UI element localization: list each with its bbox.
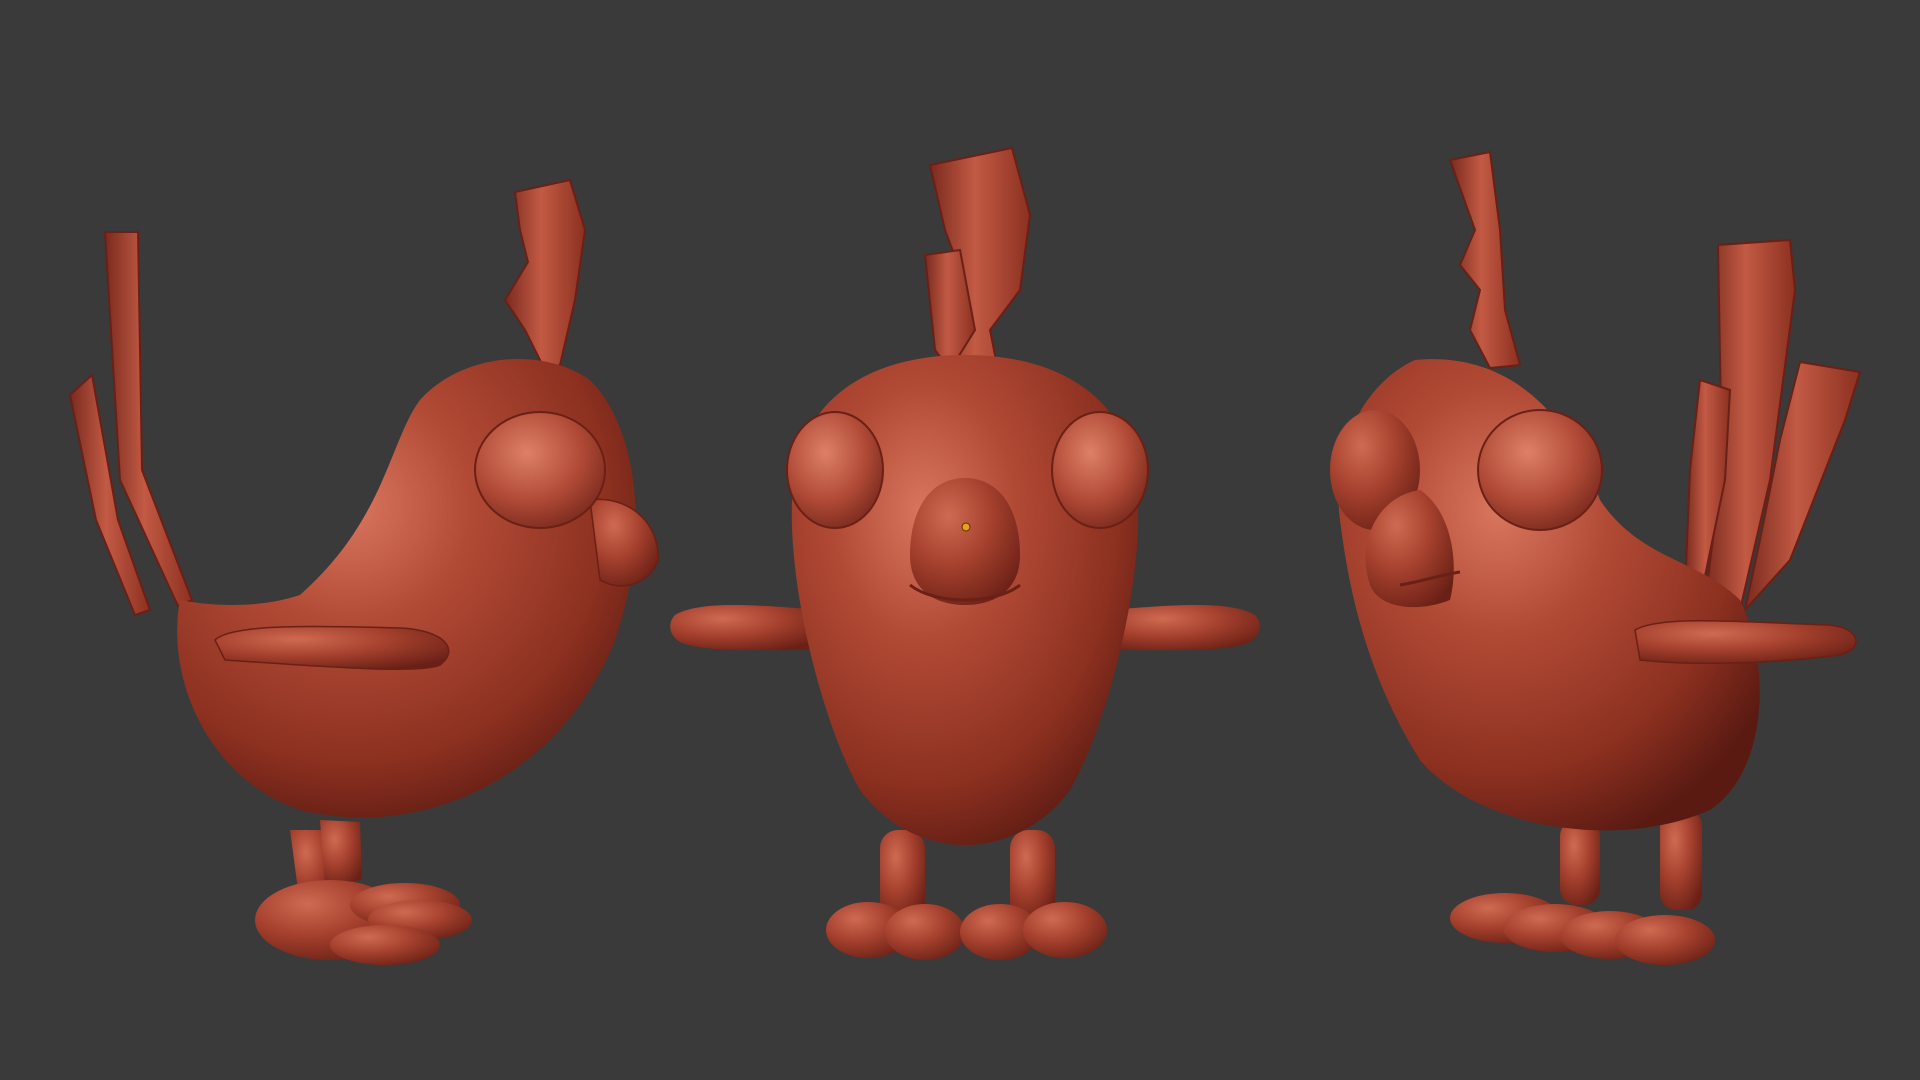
3d-viewport[interactable] <box>0 0 1920 1080</box>
tail-feathers <box>68 231 194 617</box>
sculpt-scene[interactable] <box>0 0 1920 1080</box>
beak <box>589 498 659 587</box>
eye <box>474 411 606 529</box>
beak <box>910 478 1020 605</box>
wing <box>1634 619 1857 665</box>
legs <box>826 830 1107 960</box>
bird-front-view <box>670 146 1260 960</box>
origin-dot-icon[interactable] <box>961 522 971 532</box>
bird-side-view-right <box>1330 150 1862 965</box>
eye-right <box>1051 411 1149 529</box>
eye <box>1477 409 1603 531</box>
wing-left <box>670 605 820 651</box>
legs <box>255 820 472 965</box>
legs <box>1450 810 1715 965</box>
crest <box>503 178 587 372</box>
tail-feathers <box>1683 238 1862 614</box>
bird-side-view-left <box>68 178 659 965</box>
eye-left <box>786 411 884 529</box>
crest <box>1448 150 1522 370</box>
wing-right <box>1110 605 1260 651</box>
